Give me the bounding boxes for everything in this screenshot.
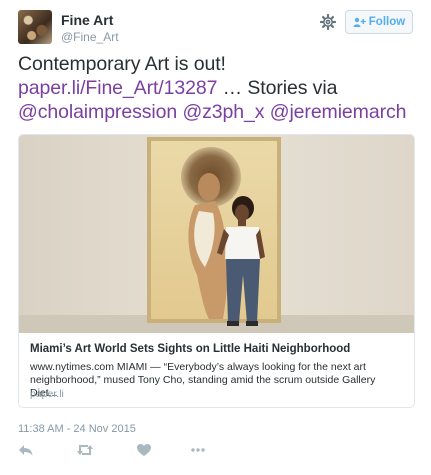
avatar[interactable]: [18, 10, 52, 44]
author-handle[interactable]: @Fine_Art: [61, 30, 119, 44]
tweet-text-prefix: Contemporary Art is out!: [18, 53, 226, 75]
more-icon[interactable]: [190, 443, 206, 462]
card-image: [19, 135, 414, 333]
card-description: www.nytimes.com MIAMI — “Everybody’s alw…: [30, 361, 376, 399]
tweet: Fine Art @Fine_Art Follow Contemporary A…: [0, 0, 431, 475]
author-name[interactable]: Fine Art: [61, 12, 113, 28]
follow-button[interactable]: Follow: [345, 10, 413, 34]
mention-link[interactable]: @jeremiemarch: [270, 101, 407, 123]
tweet-text: Contemporary Art is out! paper.li/Fine_A…: [18, 52, 418, 124]
mention-link[interactable]: @cholaimpression: [18, 101, 177, 123]
link-card[interactable]: Miami’s Art World Sets Sights on Little …: [18, 134, 415, 408]
reply-icon[interactable]: [18, 443, 34, 462]
like-icon[interactable]: [136, 443, 152, 462]
card-title[interactable]: Miami’s Art World Sets Sights on Little …: [30, 343, 350, 355]
card-domain[interactable]: paper.li: [30, 388, 64, 400]
tweet-timestamp[interactable]: 11:38 AM - 24 Nov 2015: [18, 423, 136, 435]
tweet-actions: [18, 443, 218, 463]
mention-link[interactable]: @z3ph_x: [182, 101, 264, 123]
tweet-text-middle: … Stories via: [217, 77, 338, 99]
retweet-icon[interactable]: [76, 443, 94, 462]
gear-icon[interactable]: [319, 13, 337, 31]
follow-label: Follow: [368, 16, 406, 28]
add-user-icon: [353, 17, 366, 27]
tweet-link[interactable]: paper.li/Fine_Art/13287: [18, 77, 217, 99]
